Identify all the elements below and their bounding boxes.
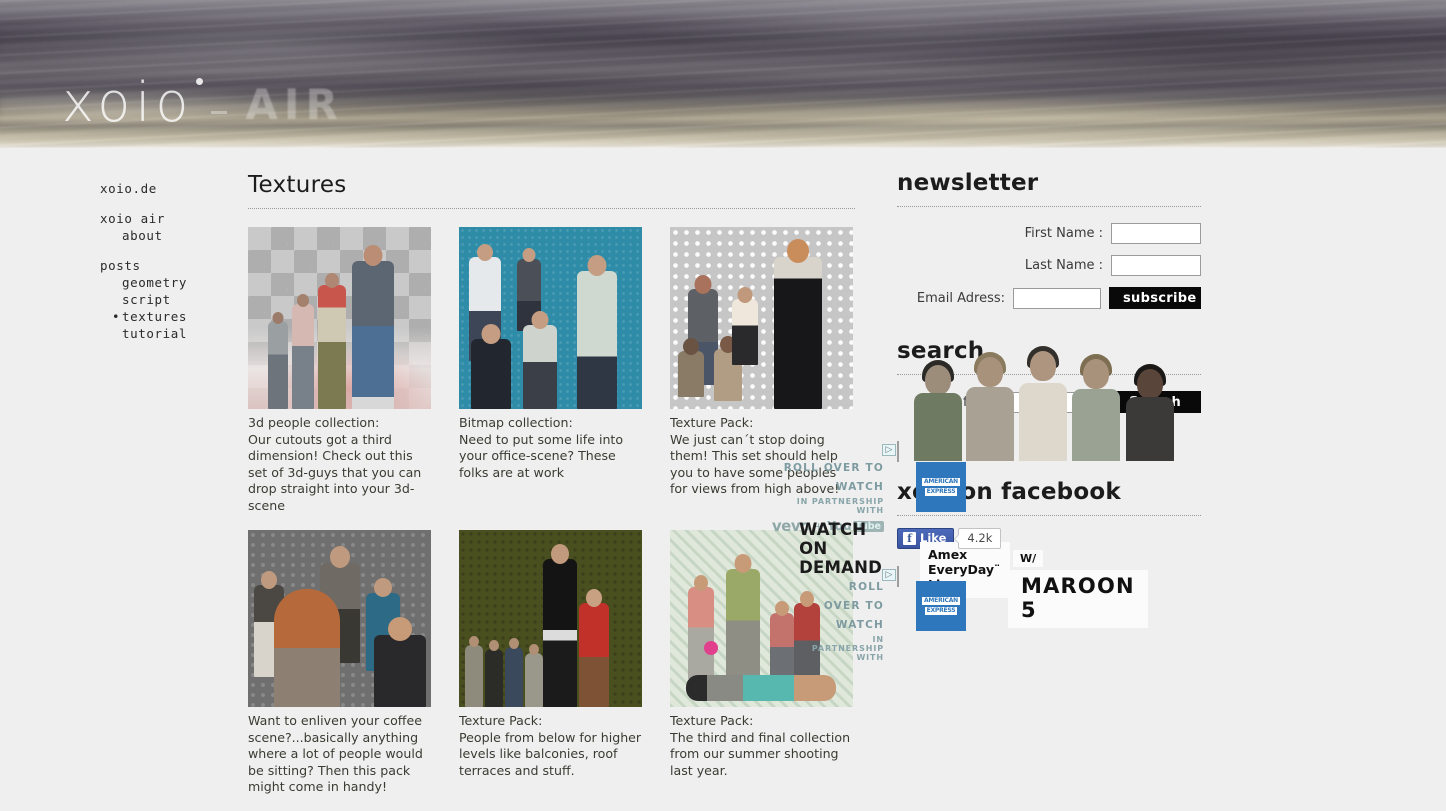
figure [774, 239, 822, 409]
sidebar-item-xoio-de[interactable]: xoio.de [100, 180, 230, 197]
figure [688, 575, 714, 679]
figure [505, 638, 523, 707]
pink-ball [704, 641, 718, 655]
figure [292, 294, 314, 409]
nav-group-posts: posts geometry script textures tutorial [100, 257, 230, 342]
card-heading: 3d people collection: [248, 415, 380, 430]
card-caption: Texture Pack: People from below for high… [459, 713, 642, 779]
sidebar-item-script[interactable]: script [100, 291, 230, 308]
advertisement-banner-secondary[interactable]: ▷ AMERICAN EXPRESS ROLL OVER TO WATCH IN… [812, 566, 966, 662]
card-body: People from below for higher levels like… [459, 729, 642, 778]
email-input[interactable] [1013, 287, 1101, 309]
people-figures [459, 530, 642, 707]
card-heading: Texture Pack: [459, 713, 543, 728]
subscribe-button[interactable]: subscribe [1109, 287, 1201, 309]
people-figures [248, 227, 431, 409]
thumbnail-seated-coffee-group-dark-dots[interactable] [248, 530, 431, 707]
figure [485, 640, 503, 707]
thumbnail-3d-people-on-checkerboard[interactable] [248, 227, 431, 409]
card-body: Need to put some life into your office-s… [459, 431, 624, 480]
page-title: Textures [248, 172, 347, 198]
figure [268, 312, 288, 409]
sidebar-item-textures[interactable]: textures [100, 308, 230, 325]
last-name-input[interactable] [1111, 255, 1201, 276]
texture-card: Want to enliven your coffee scene?...bas… [248, 530, 431, 796]
nav-group-xoio-de: xoio.de [100, 180, 230, 197]
people-figures [670, 227, 853, 409]
title-divider [248, 208, 855, 209]
logo-dot-icon [196, 78, 204, 85]
site-logo[interactable]: xoio AIR [62, 76, 344, 130]
figure [471, 324, 511, 409]
sidebar-item-tutorial[interactable]: tutorial [100, 325, 230, 342]
figure [579, 589, 609, 707]
figure [318, 273, 346, 409]
newsletter-title: newsletter [897, 170, 1039, 196]
first-name-row: First Name : [897, 223, 1201, 244]
figure [523, 311, 557, 409]
logo-xoio-label: xoio [62, 71, 194, 134]
right-sidebar: newsletter First Name : Last Name : Emai… [772, 170, 1201, 662]
figure [770, 601, 794, 681]
advertisement-banner[interactable]: ▷ AMERICAN EXPRESS ROLL OVER TO WATCH IN… [772, 346, 1174, 628]
figure-lying-down [686, 675, 836, 701]
thumbnail-people-from-below-olive[interactable] [459, 530, 642, 707]
logo-air-label: AIR [245, 80, 344, 129]
logo-xoio-text: xoio [62, 76, 204, 130]
sidebar-item-posts[interactable]: posts [100, 257, 230, 274]
facebook-f-icon: f [903, 531, 916, 545]
figure [543, 544, 577, 707]
sidebar-item-about[interactable]: about [100, 227, 230, 244]
email-row: Email Adress: subscribe [897, 287, 1201, 309]
figure [525, 644, 543, 707]
people-figures [248, 530, 431, 707]
card-caption: Bitmap collection: Need to put some life… [459, 415, 642, 481]
figure [732, 287, 758, 365]
email-label: Email Adress: [916, 290, 1005, 306]
logo-separator-dash [211, 111, 228, 114]
facebook-like-count: 4.2k [958, 528, 1002, 549]
figure [577, 255, 617, 409]
figure [465, 636, 483, 707]
thumbnail-office-people-on-teal[interactable] [459, 227, 642, 409]
figure [352, 245, 394, 409]
page-body: xoio.de xoio air about posts geometry sc… [0, 148, 1446, 811]
people-figures [459, 227, 642, 409]
figure [726, 554, 760, 681]
card-heading: Texture Pack: [670, 415, 754, 430]
card-heading: Bitmap collection: [459, 415, 573, 430]
texture-card: Bitmap collection: Need to put some life… [459, 227, 642, 514]
last-name-label: Last Name : [1024, 258, 1103, 273]
card-caption: Want to enliven your coffee scene?...bas… [248, 713, 431, 796]
sidebar-navigation: xoio.de xoio air about posts geometry sc… [100, 180, 230, 355]
figure [374, 617, 426, 707]
newsletter-divider [897, 206, 1201, 207]
main-content: Textures 3d people collection: Our cutou… [248, 172, 855, 811]
facebook-divider [897, 515, 1201, 516]
newsletter-form: First Name : Last Name : Email Adress: s… [897, 223, 1201, 309]
thumbnail-people-from-above-light-dots[interactable] [670, 227, 853, 409]
card-body: Our cutouts got a third dimension! Check… [248, 431, 422, 513]
first-name-label: First Name : [1024, 226, 1103, 241]
figure [678, 338, 704, 397]
card-caption: 3d people collection: Our cutouts got a … [248, 415, 431, 514]
figure [274, 589, 340, 707]
first-name-input[interactable] [1111, 223, 1201, 244]
site-header-banner: xoio AIR [0, 0, 1446, 148]
last-name-row: Last Name : [897, 255, 1201, 276]
card-caption: Texture Pack: The third and final collec… [670, 713, 853, 779]
card-body: The third and final collection from our … [670, 729, 851, 778]
nav-group-xoio-air: xoio air about [100, 210, 230, 244]
card-body: Want to enliven your coffee scene?...bas… [248, 713, 423, 794]
texture-card: 3d people collection: Our cutouts got a … [248, 227, 431, 514]
card-heading: Texture Pack: [670, 713, 754, 728]
texture-card-grid: 3d people collection: Our cutouts got a … [248, 227, 855, 811]
sidebar-item-geometry[interactable]: geometry [100, 274, 230, 291]
texture-card: Texture Pack: People from below for high… [459, 530, 642, 796]
sidebar-item-xoio-air[interactable]: xoio air [100, 210, 230, 227]
